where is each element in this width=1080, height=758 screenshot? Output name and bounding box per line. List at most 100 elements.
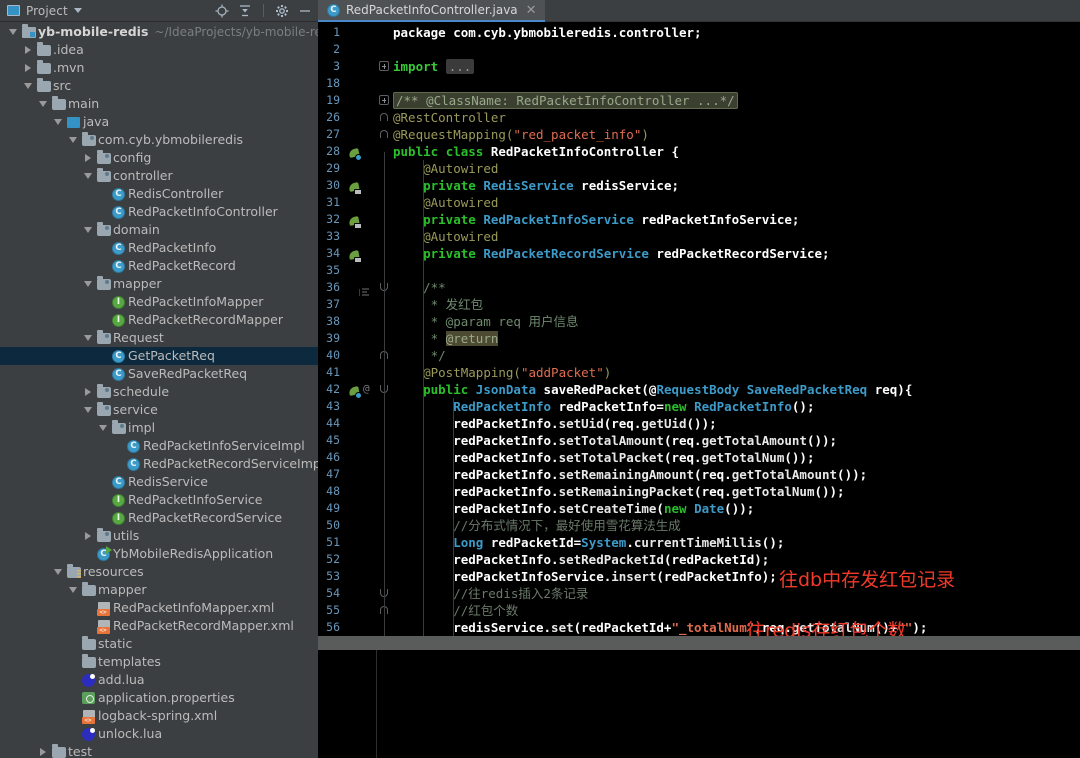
tree-expander-open[interactable] (50, 119, 65, 125)
tree-item-yb-mobile-redis[interactable]: yb-mobile-redis~/IdeaProjects/yb-mobile-… (0, 23, 318, 41)
tree-item-redpacketinfoservice[interactable]: IRedPacketInfoService (0, 491, 318, 509)
tree-item-idea[interactable]: .idea (0, 41, 318, 59)
tree-item-add-lua[interactable]: add.lua (0, 671, 318, 689)
tree-item-mvn[interactable]: .mvn (0, 59, 318, 77)
locate-icon[interactable] (215, 4, 229, 18)
package-icon (97, 387, 111, 398)
tree-expander-open[interactable] (80, 227, 95, 233)
spring-bean-gutter-icon[interactable] (349, 247, 361, 266)
tree-item-redpacketrecordmapper[interactable]: IRedPacketRecordMapper (0, 311, 318, 329)
tree-item-logback-spring-xml[interactable]: logback-spring.xml (0, 707, 318, 725)
tree-item-test[interactable]: test (0, 743, 318, 758)
fold-expand-icon[interactable] (379, 61, 389, 71)
source-code[interactable]: package com.cyb.ybmobileredis.controller… (391, 22, 1080, 636)
tree-item-redpacketrecord[interactable]: CRedPacketRecord (0, 257, 318, 275)
editor-tab-redpacketinfocontroller[interactable]: C RedPacketInfoController.java ✕ (318, 0, 545, 22)
tree-expander-closed[interactable] (80, 154, 95, 162)
collapse-all-icon[interactable] (238, 4, 252, 18)
tree-item-application-properties[interactable]: application.properties (0, 689, 318, 707)
fold-region-marker[interactable] (380, 113, 388, 121)
tree-item-label: .mvn (52, 59, 84, 77)
override-marker-icon[interactable]: @ (363, 382, 370, 395)
line-number-gutter[interactable]: 1231819262728293031323334353637383940414… (318, 22, 377, 636)
tree-item-request[interactable]: Request (0, 329, 318, 347)
tree-expander-open[interactable] (50, 569, 65, 575)
class-icon: C (112, 368, 125, 381)
tree-expander-open[interactable] (80, 281, 95, 287)
gear-icon[interactable] (275, 4, 289, 18)
tree-item-config[interactable]: config (0, 149, 318, 167)
minimize-icon[interactable] (298, 4, 312, 18)
tree-item-redpacketinfomapper[interactable]: IRedPacketInfoMapper (0, 293, 318, 311)
tree-item-mapper[interactable]: mapper (0, 275, 318, 293)
folder-icon (37, 63, 51, 74)
tree-item-redisservice[interactable]: CRedisService (0, 473, 318, 491)
tree-item-redpacketinfoserviceimpl[interactable]: CRedPacketInfoServiceImpl (0, 437, 318, 455)
tree-item-utils[interactable]: utils (0, 527, 318, 545)
tree-item-ybmobileredisapplication[interactable]: CYbMobileRedisApplication (0, 545, 318, 563)
fold-region-marker[interactable] (380, 130, 388, 138)
fold-expand-icon[interactable] (379, 95, 389, 105)
tree-expander-closed[interactable] (20, 46, 35, 54)
tree-expander-closed[interactable] (80, 532, 95, 540)
tree-expander-open[interactable] (20, 83, 35, 89)
editor-horizontal-splitter[interactable] (318, 636, 1080, 650)
tree-expander-open[interactable] (65, 587, 80, 593)
tree-expander-open[interactable] (80, 335, 95, 341)
tree-item-com-cyb-ybmobileredis[interactable]: com.cyb.ybmobileredis (0, 131, 318, 149)
code-line: redPacketInfo.setRemainingPacket(req.get… (393, 483, 845, 500)
tree-item-java[interactable]: java (0, 113, 318, 131)
package-icon (97, 279, 111, 290)
project-file-tree[interactable]: yb-mobile-redis~/IdeaProjects/yb-mobile-… (0, 22, 318, 758)
tree-item-domain[interactable]: domain (0, 221, 318, 239)
tree-item-rediscontroller[interactable]: CRedisController (0, 185, 318, 203)
tree-expander-open[interactable] (5, 29, 20, 35)
spring-bean-gutter-icon[interactable] (349, 145, 361, 164)
tree-item-src[interactable]: src (0, 77, 318, 95)
tree-item-redpacketinfocontroller[interactable]: CRedPacketInfoController (0, 203, 318, 221)
chevron-down-icon[interactable] (74, 8, 82, 13)
tree-item-main[interactable]: main (0, 95, 318, 113)
tree-expander-closed[interactable] (20, 64, 35, 72)
tree-item-saveredpacketreq[interactable]: CSaveRedPacketReq (0, 365, 318, 383)
tree-item-label: RedPacketInfoService (127, 491, 263, 509)
spring-bean-gutter-icon[interactable] (349, 383, 361, 402)
project-title-group[interactable]: Project (7, 4, 215, 18)
tree-item-label: service (112, 401, 158, 419)
tree-item-getpacketreq[interactable]: CGetPacketReq (0, 347, 318, 365)
tree-item-static[interactable]: static (0, 635, 318, 653)
tree-item-redpacketinfomapper-xml[interactable]: RedPacketInfoMapper.xml (0, 599, 318, 617)
tree-item-redpacketrecordservice[interactable]: IRedPacketRecordService (0, 509, 318, 527)
tree-item-impl[interactable]: impl (0, 419, 318, 437)
line-number: 44 (318, 415, 377, 432)
tree-item-controller[interactable]: controller (0, 167, 318, 185)
tree-expander-open[interactable] (35, 101, 50, 107)
tree-expander-open[interactable] (95, 425, 110, 431)
class-icon: C (127, 440, 140, 453)
xml-file-icon (98, 620, 110, 633)
tree-expander-open[interactable] (80, 173, 95, 179)
tree-item-mapper[interactable]: mapper (0, 581, 318, 599)
tree-item-redpacketinfo[interactable]: CRedPacketInfo (0, 239, 318, 257)
tree-item-label: RedPacketInfoController (127, 203, 278, 221)
tree-expander-closed[interactable] (35, 748, 50, 756)
interface-icon: I (112, 314, 125, 327)
spring-bean-gutter-icon[interactable] (349, 213, 361, 232)
tree-expander-closed[interactable] (80, 388, 95, 396)
tree-expander-open[interactable] (65, 137, 80, 143)
tree-item-unlock-lua[interactable]: unlock.lua (0, 725, 318, 743)
tree-item-redpacketrecordmapper-xml[interactable]: RedPacketRecordMapper.xml (0, 617, 318, 635)
tree-item-schedule[interactable]: schedule (0, 383, 318, 401)
code-viewport[interactable]: 1231819262728293031323334353637383940414… (318, 22, 1080, 636)
tree-item-redpacketrecordserviceimpl[interactable]: CRedPacketRecordServiceImpl (0, 455, 318, 473)
line-number: 28 (318, 143, 377, 160)
tree-item-resources[interactable]: resources (0, 563, 318, 581)
code-folding-column[interactable] (377, 22, 391, 636)
folder-icon (37, 45, 51, 56)
close-icon[interactable]: ✕ (526, 4, 537, 17)
tree-item-service[interactable]: service (0, 401, 318, 419)
tree-expander-open[interactable] (80, 407, 95, 413)
tree-item-templates[interactable]: templates (0, 653, 318, 671)
spring-bean-gutter-icon[interactable] (349, 179, 361, 198)
java-class-icon: C (327, 4, 340, 17)
